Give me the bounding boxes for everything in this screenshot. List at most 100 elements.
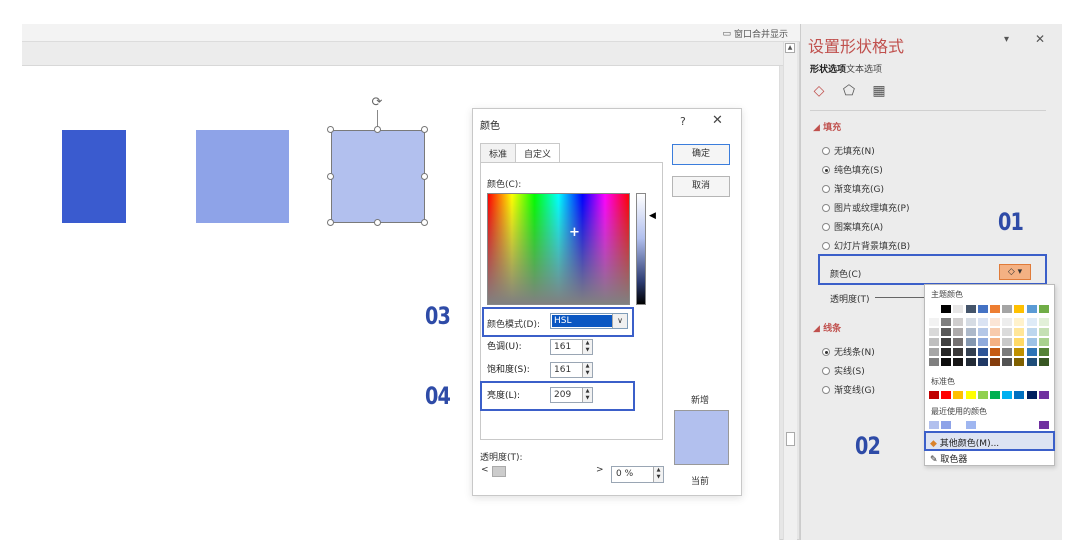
theme-shade-swatch[interactable]	[941, 328, 952, 336]
standard-swatch[interactable]	[977, 391, 988, 399]
eyedropper-item[interactable]: ✎ 取色器	[930, 452, 967, 465]
theme-shade-swatch[interactable]	[929, 348, 939, 356]
recent-swatch[interactable]	[1026, 421, 1037, 429]
fill-option-picture[interactable]: 图片或纹理填充(P)	[822, 201, 909, 214]
standard-swatch[interactable]	[953, 391, 964, 399]
slider-left-arrow-icon[interactable]: <	[481, 465, 489, 475]
stepper-arrows-icon[interactable]: ▲ ▼	[582, 388, 592, 402]
theme-shade-swatch[interactable]	[965, 338, 976, 346]
tab-shape-options[interactable]: 形状选项	[810, 62, 846, 75]
theme-shade-swatch[interactable]	[990, 318, 1000, 326]
rotate-handle-icon[interactable]: ⟳	[370, 96, 384, 110]
tab-text-options[interactable]: 文本选项	[846, 62, 882, 75]
theme-shade-swatch[interactable]	[1038, 318, 1049, 326]
theme-swatch[interactable]	[977, 305, 988, 313]
more-colors-item[interactable]: ◆ 其他颜色(M)...	[930, 436, 999, 449]
radio[interactable]	[822, 222, 830, 231]
resize-handle-e[interactable]	[421, 173, 428, 180]
ok-button[interactable]: 确定	[672, 144, 730, 165]
theme-shade-swatch[interactable]	[1014, 348, 1025, 356]
resize-handle-s[interactable]	[374, 219, 381, 226]
line-option-gradient[interactable]: 渐变线(G)	[822, 383, 875, 396]
theme-shade-swatch[interactable]	[1026, 338, 1037, 346]
fill-section-heading[interactable]: ◢ 填充	[813, 120, 841, 133]
shape-square-selected[interactable]	[331, 130, 425, 223]
recent-swatch[interactable]	[1038, 421, 1049, 429]
standard-swatch[interactable]	[965, 391, 976, 399]
theme-swatch[interactable]	[1026, 305, 1037, 313]
theme-shade-swatch[interactable]	[990, 328, 1000, 336]
scroll-up-arrow-icon[interactable]: ▲	[785, 43, 795, 53]
hue-stepper[interactable]: 161 ▲ ▼	[550, 339, 593, 355]
radio[interactable]	[822, 385, 830, 394]
resize-handle-n[interactable]	[374, 126, 381, 133]
scroll-thumb[interactable]	[786, 432, 795, 446]
theme-shade-swatch[interactable]	[1026, 358, 1037, 366]
tab-custom[interactable]: 自定义	[515, 143, 561, 163]
theme-shade-swatch[interactable]	[977, 328, 988, 336]
theme-shade-swatch[interactable]	[1038, 348, 1049, 356]
transparency-stepper[interactable]: 0 % ▲ ▼	[611, 466, 664, 483]
theme-swatch[interactable]	[1014, 305, 1025, 313]
theme-shade-swatch[interactable]	[929, 328, 939, 336]
fill-option-none[interactable]: 无填充(N)	[822, 144, 875, 157]
theme-swatch[interactable]	[941, 305, 952, 313]
line-option-solid[interactable]: 实线(S)	[822, 364, 865, 377]
theme-swatch[interactable]	[1038, 305, 1049, 313]
standard-swatch[interactable]	[1038, 391, 1049, 399]
standard-swatch[interactable]	[941, 391, 952, 399]
theme-shade-swatch[interactable]	[965, 358, 976, 366]
theme-shade-swatch[interactable]	[941, 358, 952, 366]
size-properties-icon[interactable]: ▦	[869, 82, 889, 100]
luminance-stepper[interactable]: 209 ▲ ▼	[550, 387, 593, 403]
radio[interactable]	[822, 203, 830, 212]
theme-shade-swatch[interactable]	[929, 338, 939, 346]
close-icon[interactable]: ✕	[712, 113, 723, 128]
standard-swatch[interactable]	[1002, 391, 1013, 399]
shape-square-medium[interactable]	[196, 130, 289, 223]
theme-shade-swatch[interactable]	[1002, 328, 1013, 336]
luminance-arrow-icon[interactable]: ◀	[649, 211, 656, 221]
standard-swatch[interactable]	[1014, 391, 1025, 399]
theme-shade-swatch[interactable]	[941, 338, 952, 346]
theme-shade-swatch[interactable]	[1026, 318, 1037, 326]
theme-shade-swatch[interactable]	[953, 328, 964, 336]
theme-swatch[interactable]	[953, 305, 964, 313]
theme-shade-swatch[interactable]	[977, 338, 988, 346]
radio[interactable]	[822, 184, 830, 193]
theme-shade-swatch[interactable]	[1014, 318, 1025, 326]
theme-shade-swatch[interactable]	[1014, 338, 1025, 346]
recent-swatch[interactable]	[1002, 421, 1013, 429]
panel-menu-icon[interactable]: ▾	[1004, 34, 1009, 45]
resize-handle-nw[interactable]	[327, 126, 334, 133]
theme-shade-swatch[interactable]	[990, 348, 1000, 356]
color-mode-value[interactable]: HSL	[552, 315, 612, 327]
theme-shade-swatch[interactable]	[941, 348, 952, 356]
theme-shade-swatch[interactable]	[977, 348, 988, 356]
vertical-scrollbar[interactable]	[783, 42, 797, 540]
standard-swatch[interactable]	[990, 391, 1000, 399]
radio[interactable]	[822, 347, 830, 356]
theme-shade-swatch[interactable]	[1002, 338, 1013, 346]
radio[interactable]	[822, 366, 830, 375]
luminance-bar[interactable]	[636, 193, 646, 305]
radio[interactable]	[822, 146, 830, 155]
theme-swatch[interactable]	[990, 305, 1000, 313]
recent-swatch[interactable]	[953, 421, 964, 429]
slider-right-arrow-icon[interactable]: >	[596, 465, 604, 475]
theme-swatch[interactable]	[929, 305, 939, 313]
recent-swatch[interactable]	[941, 421, 952, 429]
theme-shade-swatch[interactable]	[941, 318, 952, 326]
color-spectrum[interactable]	[487, 193, 630, 305]
theme-shade-swatch[interactable]	[953, 338, 964, 346]
theme-shade-swatch[interactable]	[1038, 358, 1049, 366]
theme-shade-swatch[interactable]	[953, 358, 964, 366]
theme-swatch[interactable]	[965, 305, 976, 313]
tab-standard[interactable]: 标准	[480, 143, 517, 163]
fill-option-slide-bg[interactable]: 幻灯片背景填充(B)	[822, 239, 910, 252]
cancel-button[interactable]: 取消	[672, 176, 730, 197]
resize-handle-ne[interactable]	[421, 126, 428, 133]
transparency-slider-thumb[interactable]	[492, 466, 506, 477]
theme-shade-swatch[interactable]	[965, 318, 976, 326]
panel-close-icon[interactable]: ✕	[1035, 32, 1045, 46]
